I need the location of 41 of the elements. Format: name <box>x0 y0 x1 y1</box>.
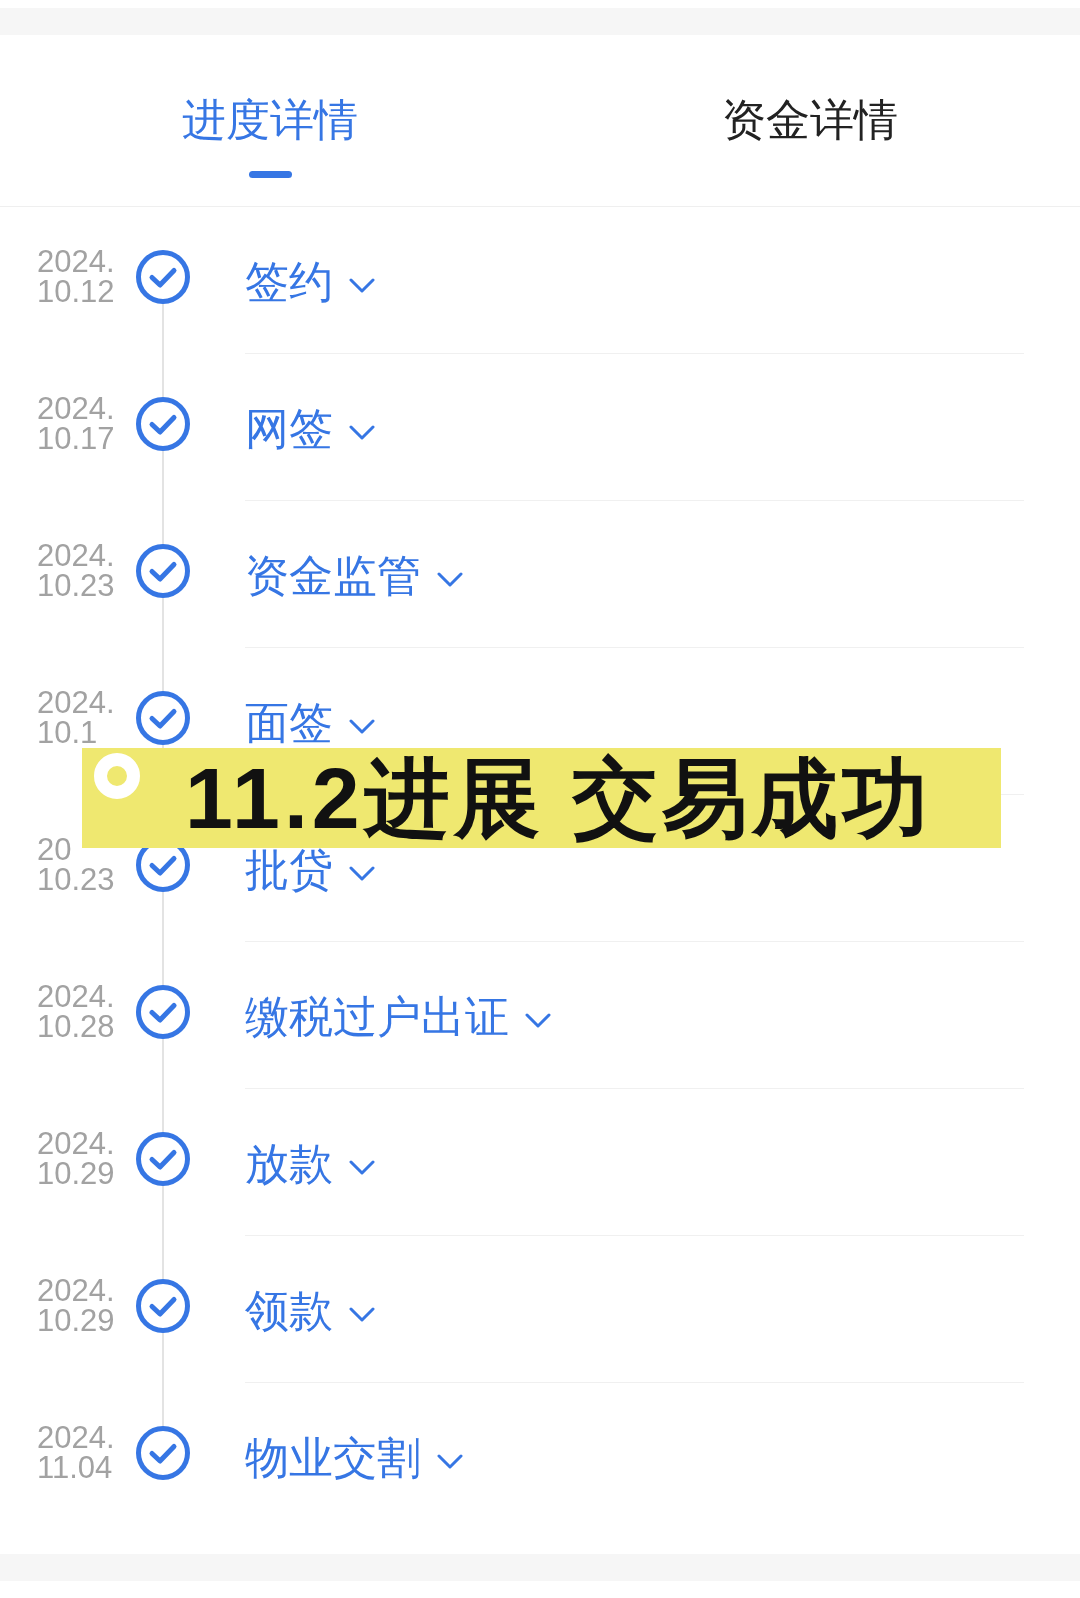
step-title[interactable]: 缴税过户出证 <box>245 995 551 1039</box>
step-title[interactable]: 物业交割 <box>245 1436 463 1480</box>
step-title[interactable]: 放款 <box>245 1142 375 1186</box>
tab[interactable]: 进度详情 <box>182 90 358 178</box>
step-title[interactable]: 批贷 <box>245 848 375 892</box>
date-year: 2024. <box>37 1423 115 1453</box>
date-day: 10.28 <box>37 1012 115 1042</box>
date-day: 10.23 <box>37 865 115 895</box>
date-year: 2024. <box>37 1276 115 1306</box>
chevron-down-icon <box>349 865 375 881</box>
date-day: 10.1 <box>37 718 98 748</box>
date-year: 20 <box>37 835 72 865</box>
date-day: 11.04 <box>37 1453 113 1483</box>
chevron-down-icon <box>349 718 375 734</box>
date-day: 10.12 <box>37 277 115 307</box>
date-year: 2024. <box>37 394 115 424</box>
chevron-down-icon <box>349 424 375 440</box>
date-day: 10.29 <box>37 1159 115 1189</box>
ring-icon <box>94 753 140 799</box>
chevron-down-icon <box>349 1159 375 1175</box>
step-title[interactable]: 网签 <box>245 407 375 451</box>
chevron-down-icon <box>349 277 375 293</box>
chevron-down-icon <box>437 571 463 587</box>
tab[interactable]: 资金详情 <box>722 90 898 150</box>
chevron-down-icon <box>437 1453 463 1469</box>
chevron-down-icon <box>525 1012 551 1028</box>
chevron-down-icon <box>349 1306 375 1322</box>
date-year: 2024. <box>37 247 115 277</box>
date-day: 10.23 <box>37 571 115 601</box>
tab-indicator <box>248 171 292 178</box>
step-title[interactable]: 领款 <box>245 1289 375 1333</box>
date-day: 10.29 <box>37 1306 115 1336</box>
date-day: 10.17 <box>37 424 115 454</box>
step-title[interactable]: 面签 <box>245 701 375 745</box>
date-year: 2024. <box>37 982 115 1012</box>
step-title[interactable]: 资金监管 <box>245 554 463 598</box>
date-year: 2024. <box>37 1129 115 1159</box>
date-year: 2024. <box>37 688 115 718</box>
step-title[interactable]: 签约 <box>245 260 375 304</box>
banner-title: 11.2进展 交易成功 <box>185 750 932 846</box>
date-year: 2024. <box>37 541 115 571</box>
